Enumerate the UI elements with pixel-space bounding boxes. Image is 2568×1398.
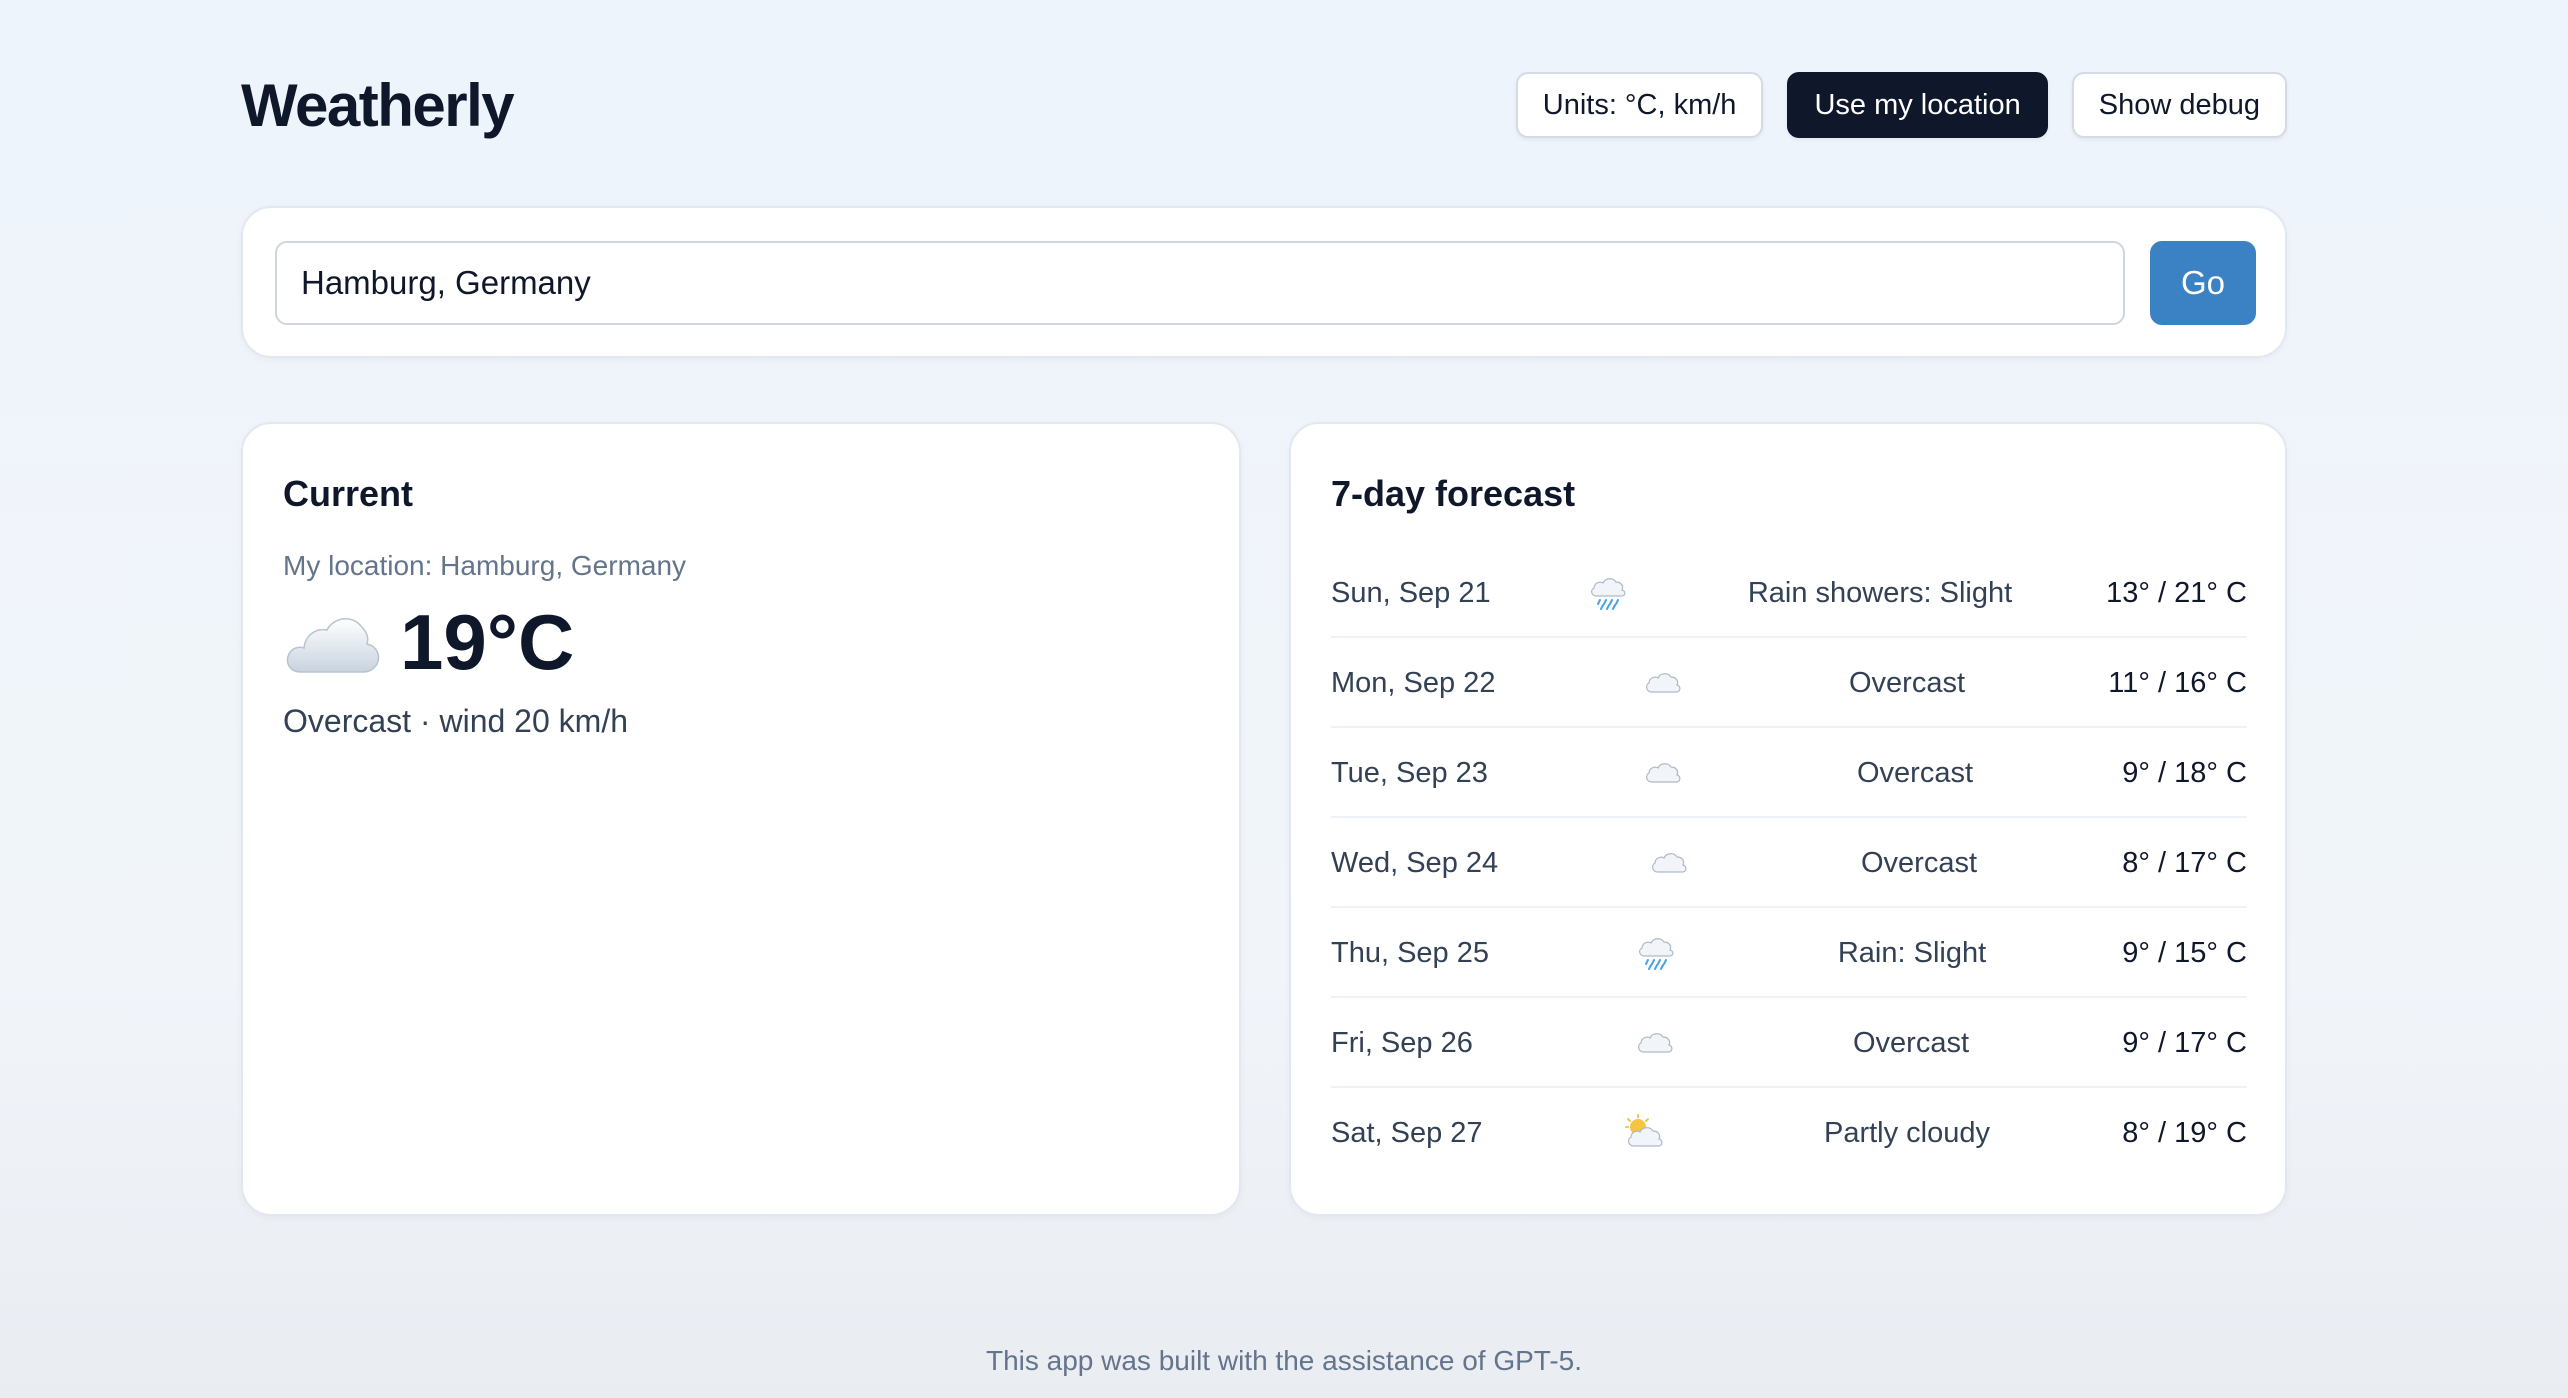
forecast-row: Wed, Sep 24 Overcast 8° / 17° C bbox=[1331, 818, 2247, 908]
cloud-icon bbox=[1646, 673, 1681, 693]
forecast-card: 7-day forecast Sun, Sep 21 Rain showers:… bbox=[1289, 422, 2287, 1216]
forecast-condition: Rain: Slight bbox=[1837, 937, 1987, 969]
forecast-temps: 9° / 18° C bbox=[2122, 757, 2247, 789]
forecast-temps: 8° / 19° C bbox=[2122, 1117, 2247, 1149]
forecast-condition: Overcast bbox=[1856, 757, 1974, 789]
current-temperature: 19°C bbox=[400, 598, 575, 686]
current-card-title: Current bbox=[283, 473, 414, 514]
forecast-row: Fri, Sep 26 Overcast 9° / 17° C bbox=[1331, 998, 2247, 1088]
city-search-input[interactable] bbox=[275, 241, 2125, 325]
current-summary: Overcast · wind 20 km/h bbox=[283, 703, 628, 739]
forecast-row: Thu, Sep 25 Rain: Slight 9° / 15° C bbox=[1331, 908, 2247, 998]
forecast-condition: Rain showers: Slight bbox=[1747, 577, 2013, 609]
cloud-icon bbox=[286, 618, 380, 673]
forecast-row: Mon, Sep 22 Overcast 11° / 16° C bbox=[1331, 638, 2247, 728]
forecast-condition: Overcast bbox=[1860, 847, 1978, 879]
app-title: Weatherly bbox=[241, 72, 515, 139]
show-debug-button[interactable]: Show debug bbox=[2071, 72, 2287, 138]
forecast-day: Fri, Sep 26 bbox=[1331, 1027, 1473, 1059]
units-toggle-button[interactable]: Units: °C, km/h bbox=[1515, 72, 1764, 138]
forecast-row: Tue, Sep 23 Overcast 9° / 18° C bbox=[1331, 728, 2247, 818]
forecast-condition: Partly cloudy bbox=[1823, 1117, 1991, 1149]
current-location-label: My location: Hamburg, Germany bbox=[283, 550, 687, 581]
partly-cloudy-icon bbox=[1625, 1114, 1663, 1147]
use-my-location-button[interactable]: Use my location bbox=[1787, 72, 2048, 138]
forecast-row: Sun, Sep 21 Rain showers: Slight 13° / 2… bbox=[1331, 548, 2247, 638]
current-weather-card: Current My location: Hamburg, Germany 19… bbox=[241, 422, 1241, 1216]
forecast-temps: 9° / 17° C bbox=[2122, 1027, 2247, 1059]
forecast-card-title: 7-day forecast bbox=[1331, 473, 1576, 514]
cloud-icon bbox=[1652, 853, 1687, 873]
app-header: Weatherly Units: °C, km/h Use my locatio… bbox=[241, 70, 2287, 142]
forecast-list: Sun, Sep 21 Rain showers: Slight 13° / 2… bbox=[1331, 548, 2247, 1178]
page-footer: This app was built with the assistance o… bbox=[985, 1345, 1583, 1376]
forecast-temps: 13° / 21° C bbox=[2106, 577, 2247, 609]
forecast-row: Sat, Sep 27 Partly cloudy 8° / 19° C bbox=[1331, 1088, 2247, 1178]
forecast-day: Thu, Sep 25 bbox=[1331, 937, 1489, 969]
cloud-icon bbox=[1646, 763, 1681, 783]
header-actions: Units: °C, km/h Use my location Show deb… bbox=[1515, 72, 2287, 138]
forecast-temps: 8° / 17° C bbox=[2122, 847, 2247, 879]
forecast-condition: Overcast bbox=[1852, 1027, 1970, 1059]
rain-icon bbox=[1639, 938, 1674, 970]
go-button[interactable]: Go bbox=[2150, 241, 2256, 325]
search-card: Go bbox=[241, 206, 2287, 358]
forecast-day: Mon, Sep 22 bbox=[1331, 667, 1496, 699]
rain-showers-icon bbox=[1591, 578, 1626, 610]
forecast-condition: Overcast bbox=[1848, 667, 1966, 699]
forecast-day: Sun, Sep 21 bbox=[1331, 577, 1491, 609]
cloud-icon bbox=[1638, 1033, 1673, 1053]
forecast-temps: 11° / 16° C bbox=[2108, 667, 2247, 699]
forecast-day: Tue, Sep 23 bbox=[1331, 757, 1488, 789]
forecast-temps: 9° / 15° C bbox=[2122, 937, 2247, 969]
forecast-day: Wed, Sep 24 bbox=[1331, 847, 1499, 879]
forecast-day: Sat, Sep 27 bbox=[1331, 1117, 1483, 1149]
